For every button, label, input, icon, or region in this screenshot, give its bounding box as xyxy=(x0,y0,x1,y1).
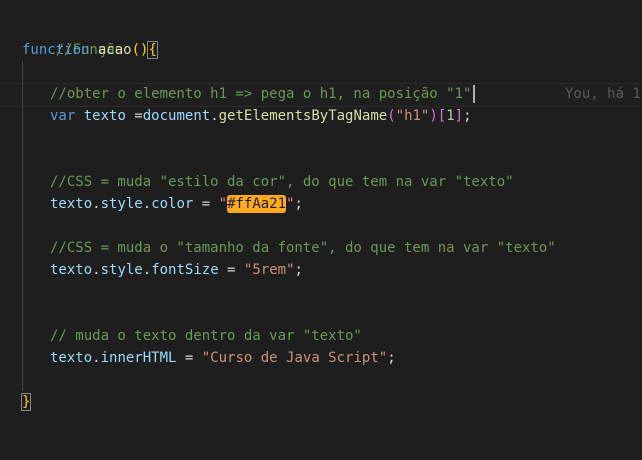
property: color xyxy=(151,196,194,212)
method: getElementsByTagName xyxy=(218,108,388,124)
comment: //CSS = muda "estilo da cor", do que tem… xyxy=(50,174,514,190)
code-editor[interactable]: //Função function acao(){ //obter o elem… xyxy=(0,0,642,460)
identifier: texto xyxy=(83,108,126,124)
comment: // muda o texto dentro da var "texto" xyxy=(50,328,362,344)
code-line-1[interactable]: //Função xyxy=(22,17,123,58)
git-blame-annotation: You, há 1 xyxy=(565,86,641,102)
string: "Curso de Java Script" xyxy=(201,350,388,366)
property: innerHTML xyxy=(100,350,177,366)
object: document xyxy=(142,108,211,124)
semicolon: ; xyxy=(294,262,303,278)
code-line-5[interactable]: var texto =document.getElementsByTagName… xyxy=(50,105,472,127)
color-decorator[interactable]: #ffAa21 xyxy=(227,195,287,213)
semicolon: ; xyxy=(387,350,396,366)
property: style xyxy=(100,196,143,212)
code-line-16[interactable]: texto.innerHTML = "Curso de Java Script"… xyxy=(50,347,396,369)
number: 1 xyxy=(446,108,455,124)
comment: //CSS = muda o "tamanho da fonte", do qu… xyxy=(50,240,556,256)
property: fontSize xyxy=(151,262,219,278)
property: style xyxy=(100,262,143,278)
paren-close: ) xyxy=(429,108,438,124)
operator: = xyxy=(193,196,219,212)
text-cursor xyxy=(473,85,476,103)
code-line-9[interactable]: texto.style.color = "#ffAa21"; xyxy=(50,193,303,215)
operator: = xyxy=(218,262,244,278)
code-line-4[interactable]: //obter o elemento h1 => pega o h1, na p… xyxy=(50,83,476,105)
bracket-open: [ xyxy=(437,108,447,124)
semicolon: ; xyxy=(294,196,303,212)
keyword: function xyxy=(22,42,90,58)
open-brace: { xyxy=(147,41,158,59)
comment: //obter o elemento h1 => pega o h1, na p… xyxy=(50,86,472,102)
semicolon: ; xyxy=(463,108,472,124)
code-line-18[interactable]: } xyxy=(20,391,32,413)
code-line-12[interactable]: texto.style.fontSize = "5rem"; xyxy=(50,259,303,281)
code-line-15[interactable]: // muda o texto dentro da var "texto" xyxy=(50,325,362,347)
quote: " xyxy=(218,196,228,212)
string: "h1" xyxy=(395,108,430,124)
object: texto xyxy=(50,196,93,212)
code-line-11[interactable]: //CSS = muda o "tamanho da fonte", do qu… xyxy=(50,237,556,259)
paren: () xyxy=(131,42,149,58)
bracket-close: ] xyxy=(454,108,464,124)
code-line-2[interactable]: function acao(){ xyxy=(22,39,158,61)
indent-guide xyxy=(22,61,23,391)
operator: = xyxy=(176,350,202,366)
function-name: acao xyxy=(97,42,132,58)
paren-open: ( xyxy=(387,108,396,124)
code-line-8[interactable]: //CSS = muda "estilo da cor", do que tem… xyxy=(50,171,514,193)
quote: " xyxy=(286,196,295,212)
string: "5rem" xyxy=(243,262,295,278)
keyword: var xyxy=(50,108,76,124)
close-brace: } xyxy=(20,393,32,411)
object: texto xyxy=(50,350,93,366)
operator: = xyxy=(125,108,143,124)
object: texto xyxy=(50,262,93,278)
dot: . xyxy=(210,108,219,124)
